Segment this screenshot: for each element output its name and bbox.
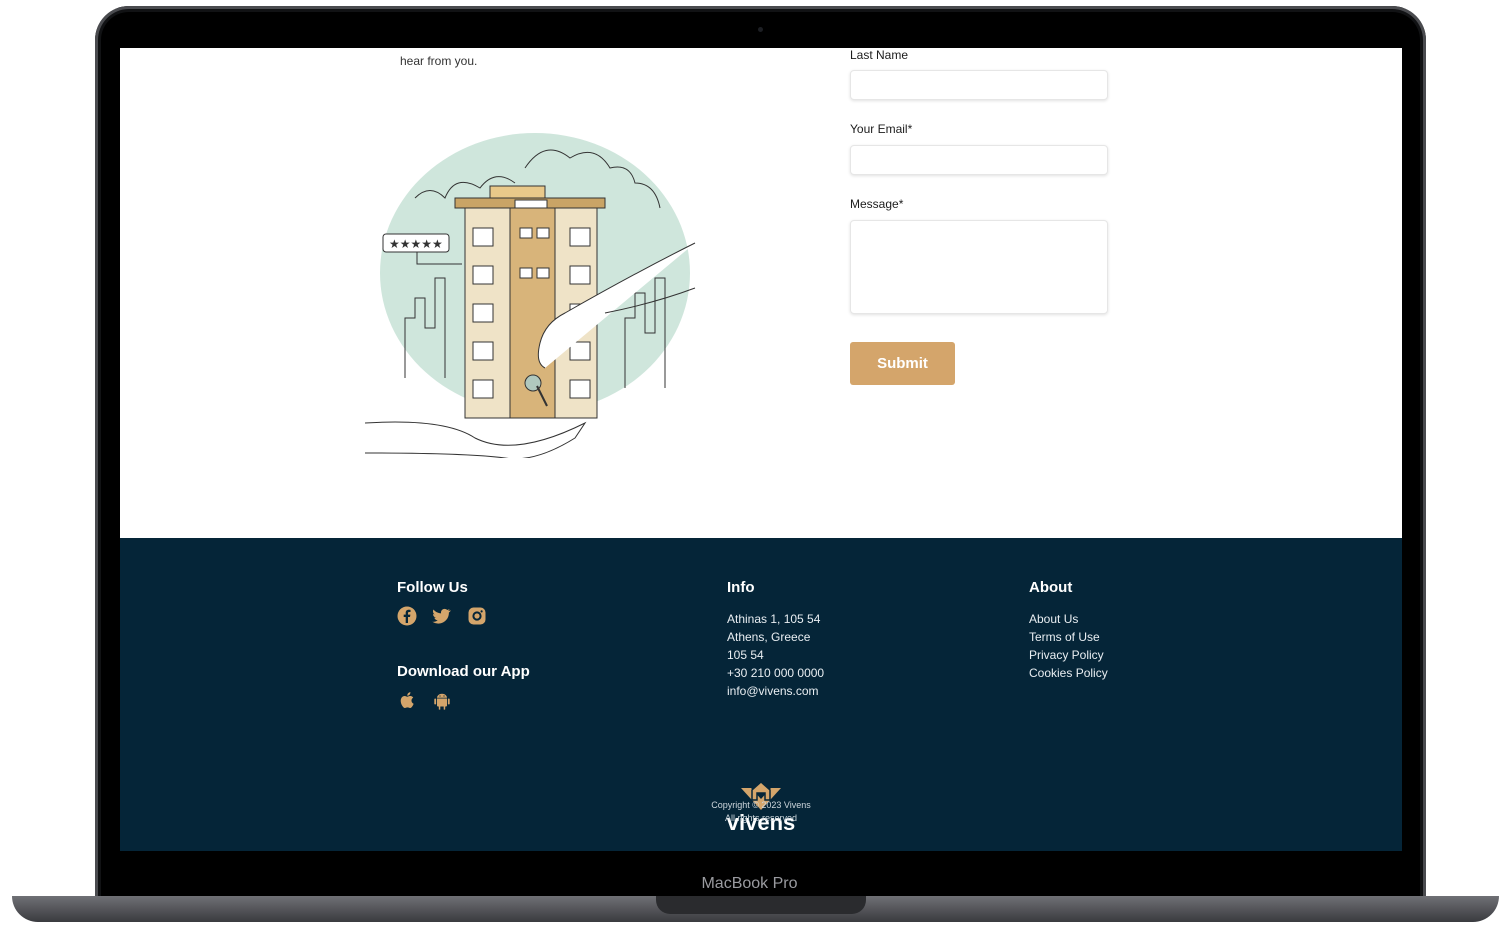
site-footer: Follow Us Download our App Info Athinas … bbox=[120, 538, 1402, 851]
browser-viewport: hear from you. ★★★★★ Last Name Your Emai… bbox=[120, 48, 1402, 851]
about-heading: About bbox=[1029, 579, 1073, 596]
info-email-link[interactable]: info@vivens.com bbox=[727, 684, 819, 698]
message-textarea[interactable] bbox=[850, 220, 1108, 314]
follow-us-heading: Follow Us bbox=[397, 579, 468, 596]
apple-icon[interactable] bbox=[397, 690, 417, 710]
facebook-icon[interactable] bbox=[397, 606, 417, 626]
email-input[interactable] bbox=[850, 145, 1108, 175]
download-app-heading: Download our App bbox=[397, 663, 530, 680]
about-us-link[interactable]: About Us bbox=[1029, 612, 1078, 626]
cookies-policy-link[interactable]: Cookies Policy bbox=[1029, 666, 1108, 680]
instagram-icon[interactable] bbox=[467, 606, 487, 626]
last-name-label: Last Name bbox=[850, 48, 909, 62]
terms-of-use-link[interactable]: Terms of Use bbox=[1029, 630, 1100, 644]
svg-text:★★★★★: ★★★★★ bbox=[389, 237, 443, 251]
laptop-notch bbox=[656, 896, 866, 914]
device-label: MacBook Pro bbox=[701, 875, 798, 892]
message-label: Message* bbox=[850, 197, 904, 211]
rights-line: All rights reserved bbox=[724, 813, 798, 823]
last-name-input[interactable] bbox=[850, 70, 1108, 100]
email-label: Your Email* bbox=[850, 122, 913, 136]
info-address-line: Athinas 1, 105 54 bbox=[727, 612, 821, 626]
twitter-icon[interactable] bbox=[431, 606, 451, 626]
android-icon[interactable] bbox=[432, 691, 452, 711]
info-heading: Info bbox=[727, 579, 755, 596]
camera-icon bbox=[758, 27, 763, 32]
privacy-policy-link[interactable]: Privacy Policy bbox=[1029, 648, 1104, 662]
intro-text: hear from you. bbox=[400, 54, 478, 68]
building-key-illustration: ★★★★★ bbox=[365, 133, 696, 458]
info-city-line: Athens, Greece bbox=[727, 630, 811, 644]
copyright-line: Copyright © 2023 Vivens bbox=[711, 800, 811, 810]
submit-button[interactable]: Submit bbox=[850, 342, 955, 385]
info-postcode-line: 105 54 bbox=[727, 648, 764, 662]
info-phone-line[interactable]: +30 210 000 0000 bbox=[727, 666, 824, 680]
